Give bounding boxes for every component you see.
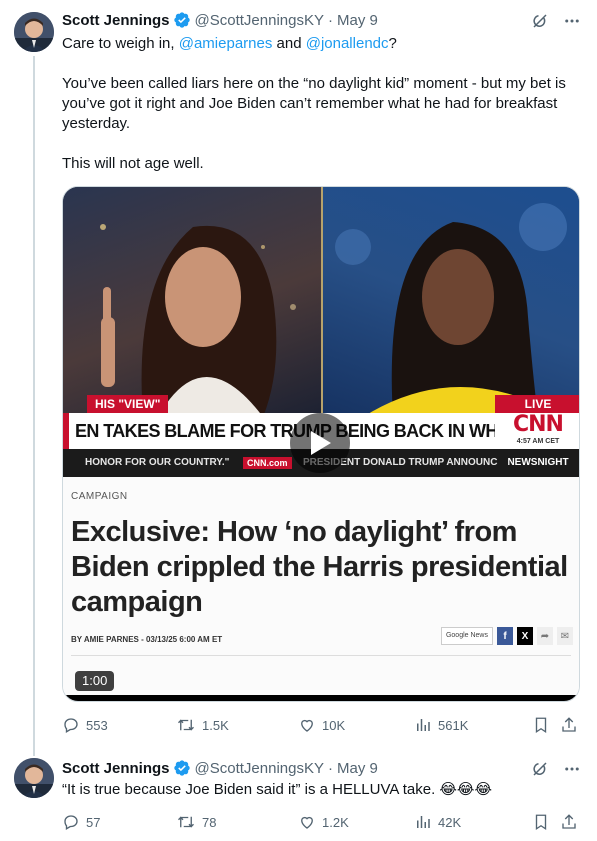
text-and: and	[272, 35, 306, 52]
tweet-paragraph-3: This will not age well.	[62, 155, 204, 172]
views-count: 561K	[438, 717, 469, 733]
share-icon	[560, 813, 578, 831]
tweet-top-actions	[531, 760, 581, 778]
display-name[interactable]: Scott Jennings	[62, 12, 170, 29]
facebook-icon: f	[497, 627, 513, 645]
article-category: CAMPAIGN	[71, 491, 128, 502]
forward-icon: ➦	[537, 627, 553, 645]
tweet-action-bar: 57 78 1.2K 42K	[62, 813, 582, 833]
repost-button[interactable]: 78	[176, 813, 216, 831]
anchor-right-image	[335, 203, 567, 417]
video-duration: 1:00	[75, 671, 115, 691]
play-button[interactable]	[290, 413, 350, 473]
separator-dot: ·	[327, 11, 333, 29]
ticker-right: NEWSNIGHT	[507, 457, 569, 468]
media-card[interactable]: HIS "VIEW" LIVE EN TAKES BLAME FOR TRUMP…	[62, 186, 580, 702]
tweet-header: Scott Jennings @ScottJenningsKY · May 9	[62, 10, 378, 30]
repost-button[interactable]: 1.5K	[176, 716, 229, 734]
views-icon	[414, 716, 432, 734]
verified-badge-icon	[173, 11, 191, 29]
share-button[interactable]	[560, 716, 578, 734]
tweet-header: Scott Jennings @ScottJenningsKY · May 9	[62, 758, 378, 778]
mention-jonallendc[interactable]: @jonallendc	[306, 35, 389, 52]
email-icon: ✉	[557, 627, 573, 645]
like-button[interactable]: 10K	[298, 716, 345, 734]
video-frame-left	[63, 187, 321, 417]
article-byline: BY AMIE PARNES - 03/13/25 6:00 AM ET	[71, 635, 223, 644]
text-intro: Care to weigh in,	[62, 35, 179, 52]
handle[interactable]: @ScottJenningsKY	[195, 12, 324, 29]
tweet-text-line-1: Care to weigh in, @amieparnes and @jonal…	[62, 34, 582, 54]
anchor-left-image	[100, 224, 296, 417]
tweet-text: Care to weigh in, @amieparnes and @jonal…	[62, 34, 582, 174]
views-icon	[414, 813, 432, 831]
reply-count: 553	[86, 717, 108, 733]
like-icon	[298, 813, 316, 831]
article-share-bar: Google News f X ➦ ✉	[440, 627, 573, 645]
grok-icon[interactable]	[531, 12, 549, 30]
ticker-left: HONOR FOR OUR COUNTRY."	[85, 457, 230, 468]
bookmark-button[interactable]	[532, 716, 550, 734]
video-progress-bar[interactable]	[63, 695, 579, 701]
like-icon	[298, 716, 316, 734]
cnn-logo-box: CNN 4:57 AM CET	[495, 412, 579, 449]
reply-button[interactable]: 553	[62, 716, 108, 734]
repost-count: 1.5K	[202, 717, 229, 733]
bookmark-button[interactable]	[532, 813, 550, 831]
chyron-tag-left: HIS "VIEW"	[87, 395, 169, 413]
repost-icon	[176, 716, 196, 734]
play-icon	[311, 431, 331, 455]
tweet-1[interactable]: Scott Jennings @ScottJenningsKY · May 9 …	[0, 0, 597, 750]
avatar-image	[14, 758, 54, 798]
views-button[interactable]: 561K	[414, 716, 468, 734]
views-count: 42K	[438, 814, 462, 830]
repost-count: 78	[202, 814, 217, 830]
tweet-paragraph-2: You’ve been called liars here on the “no…	[62, 75, 566, 132]
article-divider	[71, 655, 571, 656]
bookmark-icon	[532, 813, 550, 831]
verified-badge-icon	[173, 759, 191, 777]
video-player[interactable]: HIS "VIEW" LIVE EN TAKES BLAME FOR TRUMP…	[63, 187, 579, 477]
live-badge: LIVE	[495, 395, 579, 413]
share-button[interactable]	[560, 813, 578, 831]
repost-icon	[176, 813, 196, 831]
like-count: 10K	[322, 717, 346, 733]
avatar[interactable]	[14, 12, 54, 52]
share-icon	[560, 716, 578, 734]
handle[interactable]: @ScottJenningsKY	[195, 760, 324, 777]
video-frame-right	[323, 187, 579, 417]
timestamp[interactable]: May 9	[337, 760, 378, 777]
display-name[interactable]: Scott Jennings	[62, 760, 170, 777]
like-count: 1.2K	[322, 814, 349, 830]
timestamp[interactable]: May 9	[337, 12, 378, 29]
like-button[interactable]: 1.2K	[298, 813, 349, 831]
tweet-top-actions	[531, 12, 581, 30]
article-title: Exclusive: How ‘no daylight’ from Biden …	[71, 516, 568, 618]
reply-icon	[62, 716, 80, 734]
reply-count: 57	[86, 814, 101, 830]
tweet-action-bar: 553 1.5K 10K 561K	[62, 716, 582, 736]
reply-icon	[62, 813, 80, 831]
tweet-2[interactable]: Scott Jennings @ScottJenningsKY · May 9 …	[0, 750, 597, 841]
bookmark-icon	[532, 716, 550, 734]
text-question: ?	[388, 35, 397, 52]
more-icon[interactable]	[563, 12, 581, 30]
more-icon[interactable]	[563, 760, 581, 778]
mention-amieparnes[interactable]: @amieparnes	[179, 35, 273, 52]
x-logo-icon: X	[517, 627, 533, 645]
separator-dot: ·	[327, 759, 333, 777]
cnn-logo: CNN	[513, 412, 564, 437]
chyron-headline: EN TAKES BLAME FOR TRUMP BEING BACK IN W…	[63, 413, 495, 449]
avatar[interactable]	[14, 758, 54, 798]
cnn-time: 4:57 AM CET	[516, 438, 560, 445]
avatar-image	[14, 12, 54, 52]
google-news-button: Google News	[440, 627, 493, 645]
tweet-text: “It is true because Joe Biden said it” i…	[62, 781, 492, 798]
views-button[interactable]: 42K	[414, 813, 461, 831]
article-preview: CAMPAIGN Exclusive: How ‘no daylight’ fr…	[63, 477, 579, 701]
grok-icon[interactable]	[531, 760, 549, 778]
ticker-cnncom: CNN.com	[243, 457, 292, 469]
reply-button[interactable]: 57	[62, 813, 100, 831]
